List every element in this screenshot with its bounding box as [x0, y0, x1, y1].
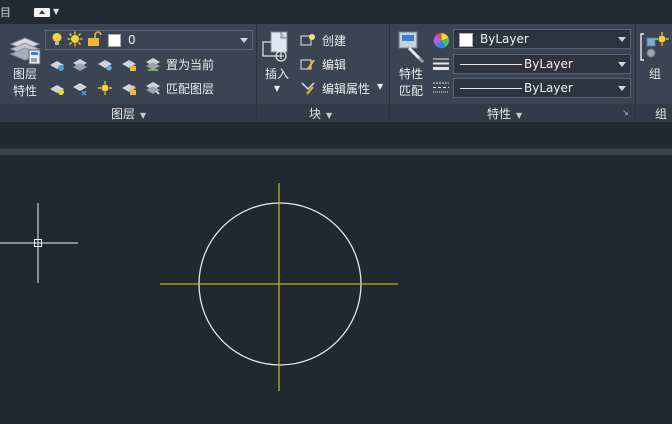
block-panel-title[interactable]: 块 ▼	[309, 105, 332, 122]
properties-panel-title[interactable]: 特性 ▼	[487, 105, 522, 122]
chevron-down-icon[interactable]	[618, 37, 626, 42]
layer-isolate-icon[interactable]	[72, 56, 88, 72]
create-block-icon[interactable]	[300, 32, 316, 48]
groups-panel-title[interactable]: 组	[655, 105, 667, 122]
layer-lock-icon[interactable]	[121, 56, 137, 72]
layer-off-icon[interactable]	[49, 56, 65, 72]
color-swatch	[459, 33, 473, 47]
layer-color-swatch	[108, 34, 121, 47]
make-current-button[interactable]: 置为当前	[166, 56, 214, 73]
layer-properties-label: 图层 特性	[12, 67, 37, 98]
layers-panel-title-text: 图层	[111, 107, 136, 121]
drawing-area[interactable]	[0, 155, 672, 424]
layer-unlock-icon[interactable]	[121, 80, 137, 96]
ribbon-bottom-band	[0, 122, 672, 149]
chevron-down-icon[interactable]	[618, 62, 626, 67]
color-value: ByLayer	[480, 32, 529, 46]
chevron-down-icon: ▼	[140, 111, 147, 120]
current-layer-value: 0	[128, 33, 136, 47]
quick-access-toolbar: 目 ▼	[0, 0, 672, 24]
insert-block-icon	[262, 31, 288, 62]
block-panel-title-text: 块	[309, 107, 322, 121]
layer-stack-icon	[9, 37, 41, 65]
layer-unisolate-icon[interactable]	[72, 80, 88, 96]
ribbon: 图层 特性 0 置为当前 匹配图层 插入 ▼ 创建 编辑 编辑属性 ▼ 特性 匹…	[0, 24, 672, 122]
chevron-down-icon[interactable]: ▼	[53, 7, 59, 16]
linetype-value: ByLayer	[524, 81, 573, 95]
layer-on-icon[interactable]	[49, 80, 65, 96]
create-block-button[interactable]: 创建	[322, 32, 346, 49]
chevron-down-icon[interactable]	[618, 86, 626, 91]
group-label: 组	[648, 67, 661, 81]
make-current-icon[interactable]	[145, 56, 161, 72]
match-layer-icon[interactable]	[145, 80, 161, 96]
line-sample	[460, 88, 522, 89]
workspace-edge-glyph: 目	[0, 6, 11, 19]
lineweight-value: ByLayer	[524, 57, 573, 71]
lineweight-icon	[433, 58, 449, 70]
properties-panel-title-text: 特性	[487, 107, 512, 121]
group-icon	[640, 32, 669, 61]
group-button[interactable]	[638, 30, 672, 69]
linetype-icon	[433, 82, 449, 93]
layer-freeze-icon[interactable]	[97, 56, 113, 72]
layers-panel-title[interactable]: 图层 ▼	[111, 105, 146, 122]
line-sample	[460, 64, 522, 65]
layer-thaw-icon[interactable]	[97, 80, 113, 96]
linetype-dropdown[interactable]: ByLayer	[453, 78, 631, 98]
match-layer-button[interactable]: 匹配图层	[166, 80, 214, 97]
chevron-down-icon[interactable]	[240, 38, 248, 43]
lineweight-dropdown[interactable]: ByLayer	[453, 54, 631, 74]
edit-attributes-icon[interactable]	[300, 80, 316, 96]
edit-attributes-button[interactable]: 编辑属性	[322, 80, 370, 97]
quick-access-expand-button[interactable]	[34, 8, 50, 17]
insert-block-button[interactable]	[260, 30, 294, 69]
color-wheel-icon	[433, 33, 449, 49]
properties-dialog-launcher-icon[interactable]: ↘	[622, 108, 629, 117]
chevron-down-icon[interactable]: ▼	[377, 82, 383, 91]
match-properties-button[interactable]	[394, 29, 428, 68]
crosshair-cursor	[0, 203, 78, 283]
chevron-down-icon: ▼	[326, 111, 333, 120]
layer-properties-button[interactable]	[6, 30, 44, 71]
chevron-down-icon[interactable]: ▼	[270, 80, 284, 97]
edit-block-icon[interactable]	[300, 56, 316, 72]
drawing-canvas[interactable]	[0, 155, 672, 424]
color-dropdown[interactable]: ByLayer	[453, 29, 631, 49]
layer-dropdown[interactable]: 0	[45, 30, 253, 50]
chevron-down-icon: ▼	[516, 111, 523, 120]
match-properties-icon	[398, 31, 425, 64]
match-properties-label: 特性 匹配	[398, 67, 423, 98]
edit-block-button[interactable]: 编辑	[322, 56, 346, 73]
